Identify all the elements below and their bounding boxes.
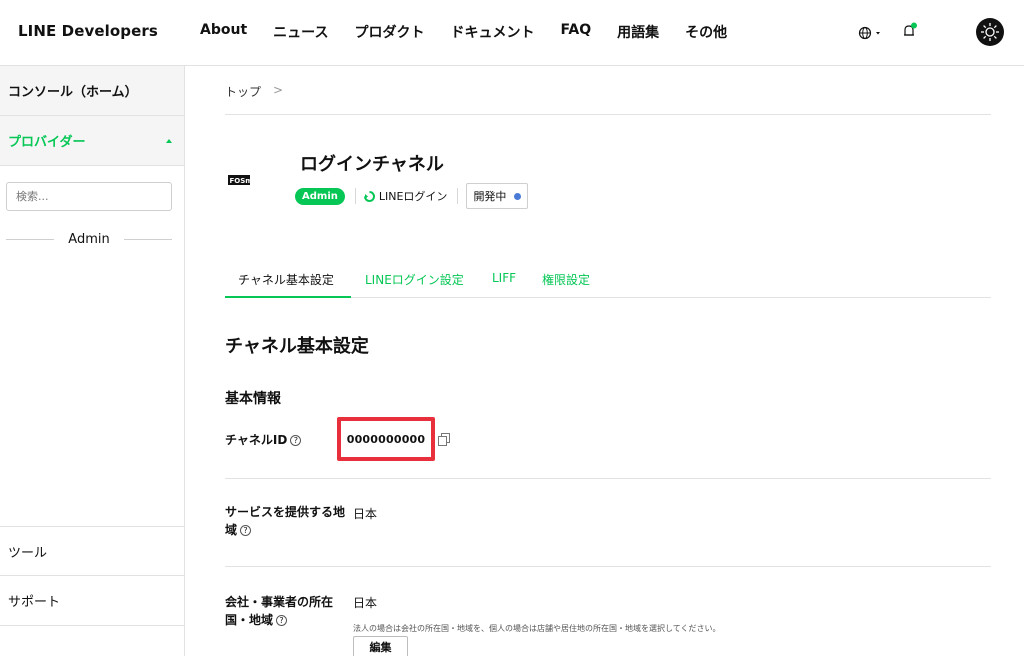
globe-icon[interactable] [857, 24, 881, 42]
sidebar-item-label: プロバイダー [8, 135, 86, 150]
site-logo[interactable]: LINE Developers [18, 22, 158, 40]
main-nav: About ニュース プロダクト ドキュメント FAQ 用語集 その他 [200, 22, 753, 42]
sidebar-group-label: Admin [68, 231, 110, 247]
tab-basic-settings[interactable]: チャネル基本設定 [238, 271, 334, 288]
country-label: 会社・事業者の所在国・地域? [225, 593, 345, 629]
status-dot-icon [514, 192, 522, 200]
sidebar-item-support[interactable]: サポート [0, 576, 184, 626]
divider [457, 188, 459, 204]
channel-title: ログインチャネル [300, 154, 444, 175]
divider [123, 238, 172, 240]
nav-more[interactable]: その他 [685, 22, 727, 42]
breadcrumb: トップ > [225, 83, 283, 100]
nav-documents[interactable]: ドキュメント [450, 22, 534, 42]
channel-id-label: チャネルID? [225, 431, 345, 449]
divider [225, 566, 991, 567]
sidebar-item-tools[interactable]: ツール [0, 526, 184, 576]
line-login-icon [363, 190, 375, 202]
channel-id-value: 0000000000 [337, 417, 435, 461]
sidebar-group-header: Admin [6, 231, 172, 247]
theme-toggle-button[interactable] [976, 18, 1004, 46]
top-header: LINE Developers About ニュース プロダクト ドキュメント … [0, 0, 1024, 66]
subsection-title: 基本情報 [225, 391, 281, 407]
divider [6, 238, 55, 240]
edit-button[interactable]: 編集 [353, 636, 408, 656]
active-tab-indicator [225, 296, 351, 298]
help-icon[interactable]: ? [276, 615, 288, 626]
nav-news[interactable]: ニュース [273, 22, 328, 42]
sidebar-item-home[interactable]: コンソール（ホーム） [0, 66, 184, 116]
divider [225, 478, 991, 479]
breadcrumb-top[interactable]: トップ [225, 83, 261, 100]
tab-permissions[interactable]: 権限設定 [542, 271, 590, 288]
channel-icon: FOSma [228, 175, 258, 185]
divider [354, 188, 356, 204]
field-label-text: チャネルID [225, 433, 288, 447]
section-title: チャネル基本設定 [225, 336, 369, 357]
copy-icon[interactable] [438, 433, 450, 446]
bell-icon[interactable] [902, 22, 918, 40]
nav-glossary[interactable]: 用語集 [617, 22, 659, 42]
channel-badges: Admin LINEログイン 開発中 [295, 183, 529, 209]
sidebar: コンソール（ホーム） プロバイダー Admin ツール サポート [0, 66, 185, 656]
help-icon[interactable]: ? [290, 435, 302, 446]
sun-icon [981, 23, 999, 41]
nav-products[interactable]: プロダクト [354, 22, 424, 42]
status-label: 開発中 [473, 190, 507, 203]
sidebar-search-input[interactable] [6, 182, 172, 211]
divider [225, 114, 991, 115]
caret-up-icon [166, 139, 172, 143]
breadcrumb-separator: > [273, 83, 284, 97]
country-value: 日本 [353, 596, 378, 610]
sidebar-item-provider[interactable]: プロバイダー [0, 116, 184, 166]
channel-tabs: チャネル基本設定 LINEログイン設定 LIFF 権限設定 [225, 266, 991, 298]
region-label: サービスを提供する地域? [225, 503, 345, 539]
region-value: 日本 [353, 507, 378, 521]
nav-faq[interactable]: FAQ [560, 22, 591, 42]
country-note: 法人の場合は会社の所在国・地域を、個人の場合は店舗や居住地の所在国・地域を選択し… [353, 624, 721, 633]
channel-type: LINEログイン [378, 190, 448, 203]
tab-line-login-settings[interactable]: LINEログイン設定 [365, 271, 464, 288]
tab-liff[interactable]: LIFF [492, 271, 516, 285]
help-icon[interactable]: ? [240, 525, 252, 536]
status-badge: 開発中 [466, 183, 529, 209]
main-content: トップ > FOSma ログインチャネル Admin LINEログイン 開発中 … [185, 66, 1024, 656]
channel-icon-text: FOSma [230, 177, 258, 185]
role-badge: Admin [295, 187, 345, 205]
nav-about[interactable]: About [200, 22, 247, 42]
